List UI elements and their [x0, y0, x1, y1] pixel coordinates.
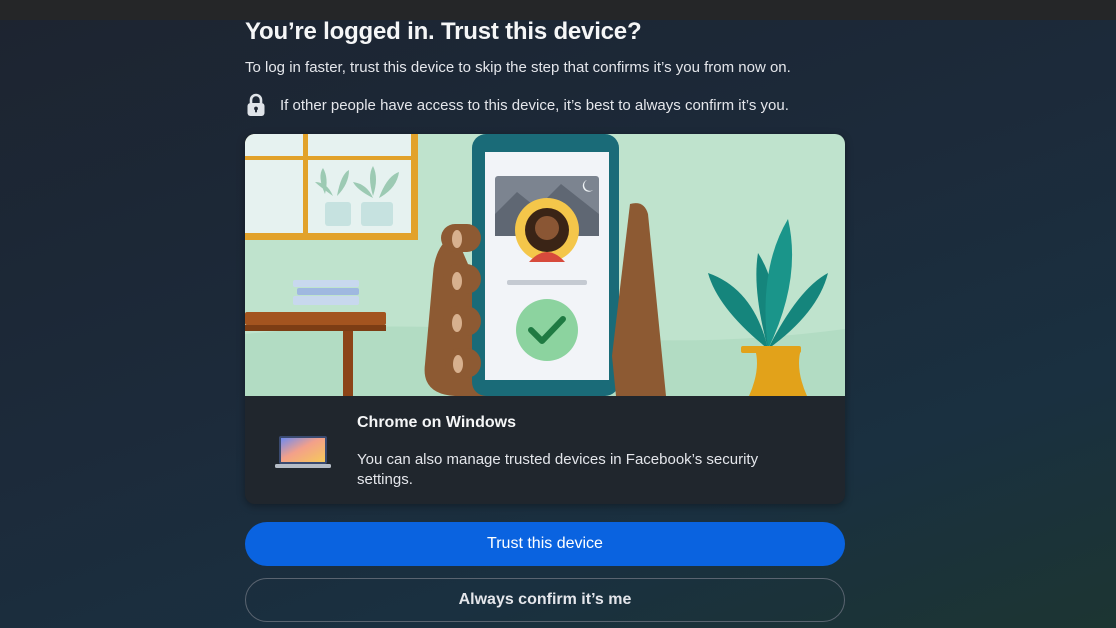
notice-text: If other people have access to this devi…: [280, 96, 789, 114]
device-name: Chrome on Windows: [357, 414, 516, 431]
trust-device-button[interactable]: Trust this device: [245, 522, 845, 566]
shared-device-notice: If other people have access to this devi…: [245, 93, 789, 117]
lock-icon: [245, 93, 267, 117]
laptop-icon: [275, 434, 331, 470]
trust-device-illustration: [245, 134, 845, 396]
browser-top-bar: [0, 0, 1116, 20]
page-title: You’re logged in. Trust this device?: [245, 18, 642, 45]
device-info: Chrome on Windows You can also manage tr…: [245, 396, 845, 504]
subtitle-text: To log in faster, trust this device to s…: [245, 59, 791, 76]
device-card: Chrome on Windows You can also manage tr…: [245, 134, 845, 504]
always-confirm-button[interactable]: Always confirm it’s me: [245, 578, 845, 622]
device-description: You can also manage trusted devices in F…: [357, 451, 759, 488]
